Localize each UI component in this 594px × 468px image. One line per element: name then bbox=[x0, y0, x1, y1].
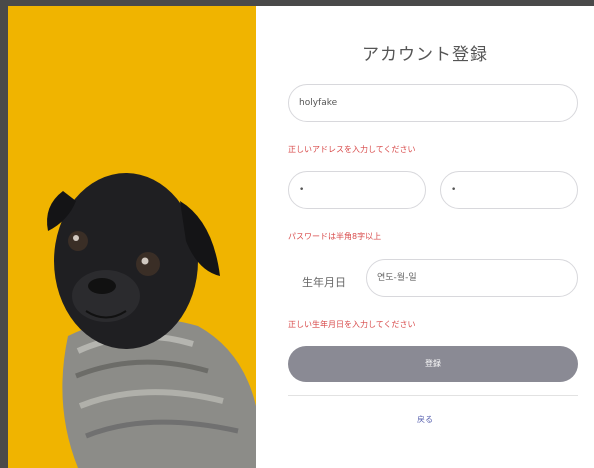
pug-illustration bbox=[8, 6, 256, 468]
page-title: アカウント登録 bbox=[362, 45, 488, 65]
signup-form: アカウント登録 holyfake 正しいアドレスを入力してください • • パス… bbox=[256, 6, 594, 468]
dob-field[interactable]: 연도-월-일 bbox=[366, 259, 578, 297]
password-field[interactable]: • bbox=[288, 171, 426, 209]
password-confirm-field[interactable]: • bbox=[440, 171, 578, 209]
dob-error: 正しい生年月日を入力してください bbox=[288, 320, 416, 329]
email-field[interactable]: holyfake bbox=[288, 84, 578, 122]
back-link[interactable]: 戻る bbox=[256, 414, 594, 425]
divider bbox=[288, 395, 578, 396]
dob-label: 生年月日 bbox=[302, 276, 346, 289]
password-error: パスワードは半角8字以上 bbox=[288, 232, 382, 241]
pug-photo bbox=[8, 6, 256, 468]
register-button[interactable]: 登録 bbox=[288, 346, 578, 382]
signup-window: アカウント登録 holyfake 正しいアドレスを入力してください • • パス… bbox=[8, 6, 594, 468]
email-error: 正しいアドレスを入力してください bbox=[288, 145, 416, 154]
